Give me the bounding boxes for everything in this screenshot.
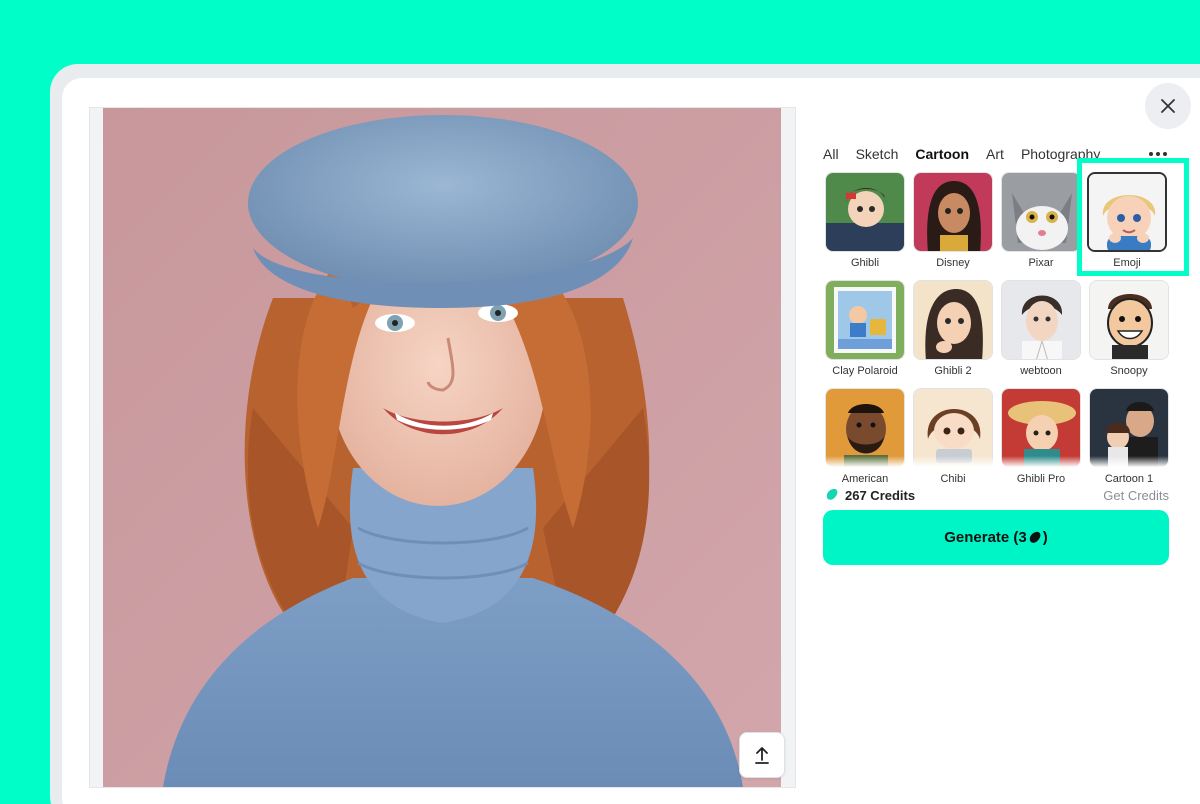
generate-button[interactable]: Generate (3 ) xyxy=(823,510,1169,565)
style-card-cartoon-1[interactable]: Cartoon 1 xyxy=(1089,388,1169,488)
tab-all[interactable]: All xyxy=(823,146,839,162)
tab-art[interactable]: Art xyxy=(986,146,1004,162)
style-card-webtoon[interactable]: webtoon xyxy=(1001,280,1081,380)
style-label: Ghibli xyxy=(850,257,880,269)
uploaded-photo xyxy=(103,108,781,787)
style-category-tabs: All Sketch Cartoon Art Photography xyxy=(823,144,1100,164)
style-label: Ghibli Pro xyxy=(1016,473,1066,485)
style-card-ghibli[interactable]: Ghibli xyxy=(825,172,905,272)
style-card-clay-polaroid[interactable]: Clay Polaroid xyxy=(825,280,905,380)
tab-sketch[interactable]: Sketch xyxy=(856,146,899,162)
style-card-american[interactable]: American xyxy=(825,388,905,488)
style-thumbnail xyxy=(1089,280,1169,360)
get-credits-link[interactable]: Get Credits xyxy=(1103,488,1169,503)
upload-icon xyxy=(755,747,769,764)
style-card-snoopy[interactable]: Snoopy xyxy=(1089,280,1169,380)
style-thumbnail xyxy=(825,172,905,252)
style-label: webtoon xyxy=(1020,365,1062,377)
credits-balance: 267 Credits xyxy=(825,488,915,503)
style-label: Emoji xyxy=(1113,257,1141,269)
tab-photography[interactable]: Photography xyxy=(1021,146,1100,162)
style-thumbnail xyxy=(913,280,993,360)
style-card-emoji[interactable]: Emoji xyxy=(1087,172,1167,272)
style-label: Snoopy xyxy=(1110,365,1148,377)
style-label: Ghibli 2 xyxy=(934,365,972,377)
style-card-chibi[interactable]: Chibi xyxy=(913,388,993,488)
style-card-ghibli-2[interactable]: Ghibli 2 xyxy=(913,280,993,380)
scroll-fade-overlay xyxy=(815,456,1175,470)
tab-cartoon[interactable]: Cartoon xyxy=(915,146,969,162)
style-thumbnail xyxy=(913,172,993,252)
style-label: Cartoon 1 xyxy=(1104,473,1154,485)
style-card-disney[interactable]: Disney xyxy=(913,172,993,272)
style-label: American xyxy=(841,473,889,485)
style-thumbnail xyxy=(1001,172,1081,252)
bean-icon xyxy=(1029,531,1041,543)
style-label: Pixar xyxy=(1028,257,1054,269)
style-label: Chibi xyxy=(940,473,966,485)
generate-label-suffix: ) xyxy=(1042,529,1048,546)
style-label: Disney xyxy=(936,257,970,269)
style-thumbnail xyxy=(825,280,905,360)
credits-row: 267 Credits Get Credits xyxy=(825,486,1169,504)
more-horizontal-icon xyxy=(1149,152,1167,156)
style-card-pixar[interactable]: Pixar xyxy=(1001,172,1081,272)
style-label: Clay Polaroid xyxy=(832,365,898,377)
upload-button[interactable] xyxy=(739,732,785,778)
generate-label-prefix: Generate (3 xyxy=(944,529,1027,546)
style-thumbnail xyxy=(1087,172,1167,252)
credits-count: 267 Credits xyxy=(845,487,916,503)
close-icon xyxy=(1161,99,1175,113)
more-tabs-button[interactable] xyxy=(1146,144,1170,164)
bean-icon xyxy=(826,488,838,500)
close-button[interactable] xyxy=(1145,83,1191,129)
style-thumbnail xyxy=(1001,280,1081,360)
style-card-ghibli-pro[interactable]: Ghibli Pro xyxy=(1001,388,1081,488)
